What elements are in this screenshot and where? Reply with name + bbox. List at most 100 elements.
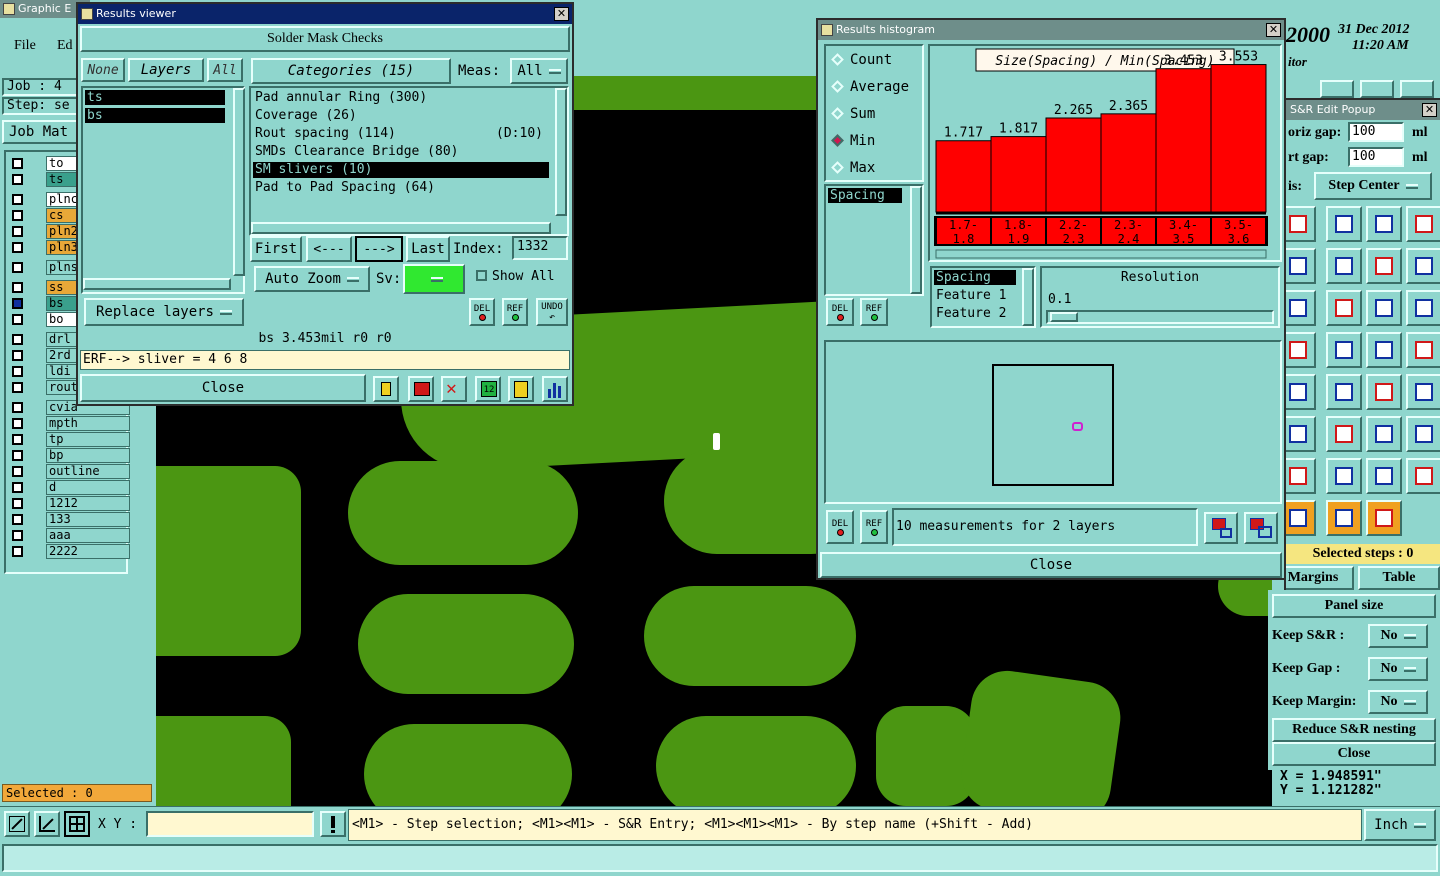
close-icon[interactable]: ✕ (1266, 23, 1281, 37)
layer-name[interactable]: 133 (46, 512, 130, 527)
reduce-nesting-button[interactable]: Reduce S&R nesting (1272, 718, 1436, 742)
layer-name[interactable]: d (46, 480, 130, 495)
sr-tool-button[interactable] (1406, 332, 1440, 368)
categories-scrollbar[interactable] (555, 88, 567, 216)
categories-button[interactable]: Categories (15) (251, 58, 451, 84)
layer-checkbox[interactable] (12, 242, 23, 253)
sr-tool-button[interactable] (1286, 332, 1316, 368)
sr-tool-button[interactable] (1366, 290, 1402, 326)
report-tool-icon[interactable] (508, 376, 534, 402)
layer-checkbox[interactable] (12, 498, 23, 509)
layer-checkbox[interactable] (12, 482, 23, 493)
layers-button[interactable]: Layers (128, 58, 204, 82)
layer-checkbox[interactable] (12, 314, 23, 325)
layer-checkbox[interactable] (12, 158, 23, 169)
layer-checkbox[interactable] (12, 262, 23, 273)
ref-button[interactable]: REF (502, 298, 528, 326)
table-button[interactable]: Table (1358, 566, 1440, 590)
layer-checkbox[interactable] (12, 530, 23, 541)
sr-tool-button[interactable] (1406, 374, 1440, 410)
histogram-close-button[interactable]: Close (820, 552, 1282, 578)
close-icon[interactable]: ✕ (1422, 103, 1437, 117)
layer-entry-ts[interactable]: ts (85, 90, 225, 105)
sliver-marker[interactable] (713, 433, 720, 450)
replace-layers-button[interactable]: Replace layers (84, 298, 244, 326)
category-item[interactable]: Coverage (26) (253, 108, 549, 124)
layer-checkbox[interactable] (12, 174, 23, 185)
sr-tool-button[interactable] (1406, 248, 1440, 284)
layer-list-hscrollbar[interactable] (83, 278, 231, 290)
spacing-list-item[interactable]: Spacing (828, 188, 902, 203)
toolbar-button[interactable] (1360, 80, 1394, 98)
axis-dropdown[interactable]: Step Center (1314, 172, 1432, 200)
numbered-tool-icon[interactable]: 12 (475, 376, 501, 402)
toolbar-button[interactable] (1320, 80, 1354, 98)
index-input[interactable]: 1332 (512, 236, 568, 260)
first-button[interactable]: First (250, 236, 302, 262)
layer-checkbox[interactable] (12, 282, 23, 293)
layer-checkbox[interactable] (12, 434, 23, 445)
preview-del-button[interactable]: DEL (826, 510, 854, 544)
layer-checkbox[interactable] (12, 210, 23, 221)
none-button[interactable]: None (81, 58, 125, 82)
auto-zoom-dropdown[interactable]: Auto Zoom (254, 266, 370, 292)
sr-close-button[interactable]: Close (1272, 742, 1436, 766)
sr-tool-button[interactable] (1286, 416, 1316, 452)
command-line[interactable] (2, 844, 1438, 872)
layer-checkbox[interactable] (12, 350, 23, 361)
undo-button[interactable]: UNDO ↶ (536, 298, 568, 326)
categories-list[interactable]: Pad annular Ring (300) Coverage (26) Rout … (249, 86, 569, 236)
layer-checkbox[interactable] (12, 546, 23, 557)
panel-size-button[interactable]: Panel size (1272, 594, 1436, 618)
zoom-tool-icon[interactable] (4, 811, 30, 837)
sr-tool-button[interactable] (1366, 416, 1402, 452)
menu-file[interactable]: File (14, 38, 36, 54)
layer-checkbox[interactable] (12, 418, 23, 429)
sr-tool-button[interactable] (1366, 206, 1402, 242)
alert-icon[interactable] (320, 811, 346, 837)
sr-tool-button[interactable] (1326, 458, 1362, 494)
sr-tool-button[interactable] (1326, 248, 1362, 284)
mode-option[interactable]: Max (830, 158, 922, 178)
sr-tool-button[interactable] (1286, 290, 1316, 326)
layer-selection-list[interactable]: ts bs (81, 86, 245, 294)
feature-item-1[interactable]: Feature 1 (934, 288, 1006, 303)
sr-tool-button[interactable] (1286, 206, 1316, 242)
category-item[interactable]: SM slivers (10) (253, 162, 549, 178)
sr-tool-button[interactable] (1366, 248, 1402, 284)
sr-tool-button[interactable] (1366, 458, 1402, 494)
layer-checkbox[interactable] (12, 226, 23, 237)
spacing-scrollbar[interactable] (910, 186, 922, 294)
menu-edit[interactable]: Ed (57, 38, 73, 54)
layer-row[interactable]: aaa (12, 528, 130, 544)
sr-tool-button[interactable] (1326, 374, 1362, 410)
measure-tool-icon[interactable] (34, 811, 60, 837)
layer-name[interactable]: mpth (46, 416, 130, 431)
sr-tool-button[interactable] (1366, 500, 1402, 536)
category-item[interactable]: Rout spacing (114) (D:10) (253, 126, 549, 142)
hist-ref-button[interactable]: REF (860, 298, 888, 326)
layer-checkbox[interactable] (12, 334, 23, 345)
histogram-tool-icon[interactable] (542, 376, 568, 402)
categories-hscrollbar[interactable] (251, 222, 551, 234)
mode-option[interactable]: Count (830, 50, 922, 70)
layer-checkbox[interactable] (12, 194, 23, 205)
layer-row[interactable]: 133 (12, 512, 130, 528)
layer-name[interactable]: 1212 (46, 496, 130, 511)
prev-button[interactable]: <--- (306, 236, 352, 262)
resolution-slider[interactable] (1046, 310, 1274, 324)
sr-tool-button[interactable] (1326, 416, 1362, 452)
job-matrix-button[interactable]: Job Mat (2, 120, 78, 144)
mode-option[interactable]: Sum (830, 104, 922, 124)
last-button[interactable]: Last (406, 236, 450, 262)
category-item[interactable]: Pad to Pad Spacing (64) (253, 180, 549, 196)
layer-entry-bs[interactable]: bs (85, 108, 225, 123)
xy-input[interactable] (146, 811, 314, 837)
sr-tool-button[interactable] (1406, 290, 1440, 326)
layer-row[interactable]: 1212 (12, 496, 130, 512)
units-dropdown[interactable]: Inch (1364, 809, 1436, 841)
sr-tool-button[interactable] (1326, 500, 1362, 536)
layer-name[interactable]: outline (46, 464, 130, 479)
toolbar-button[interactable] (1400, 80, 1434, 98)
horiz-gap-input[interactable]: 100 (1348, 122, 1404, 142)
